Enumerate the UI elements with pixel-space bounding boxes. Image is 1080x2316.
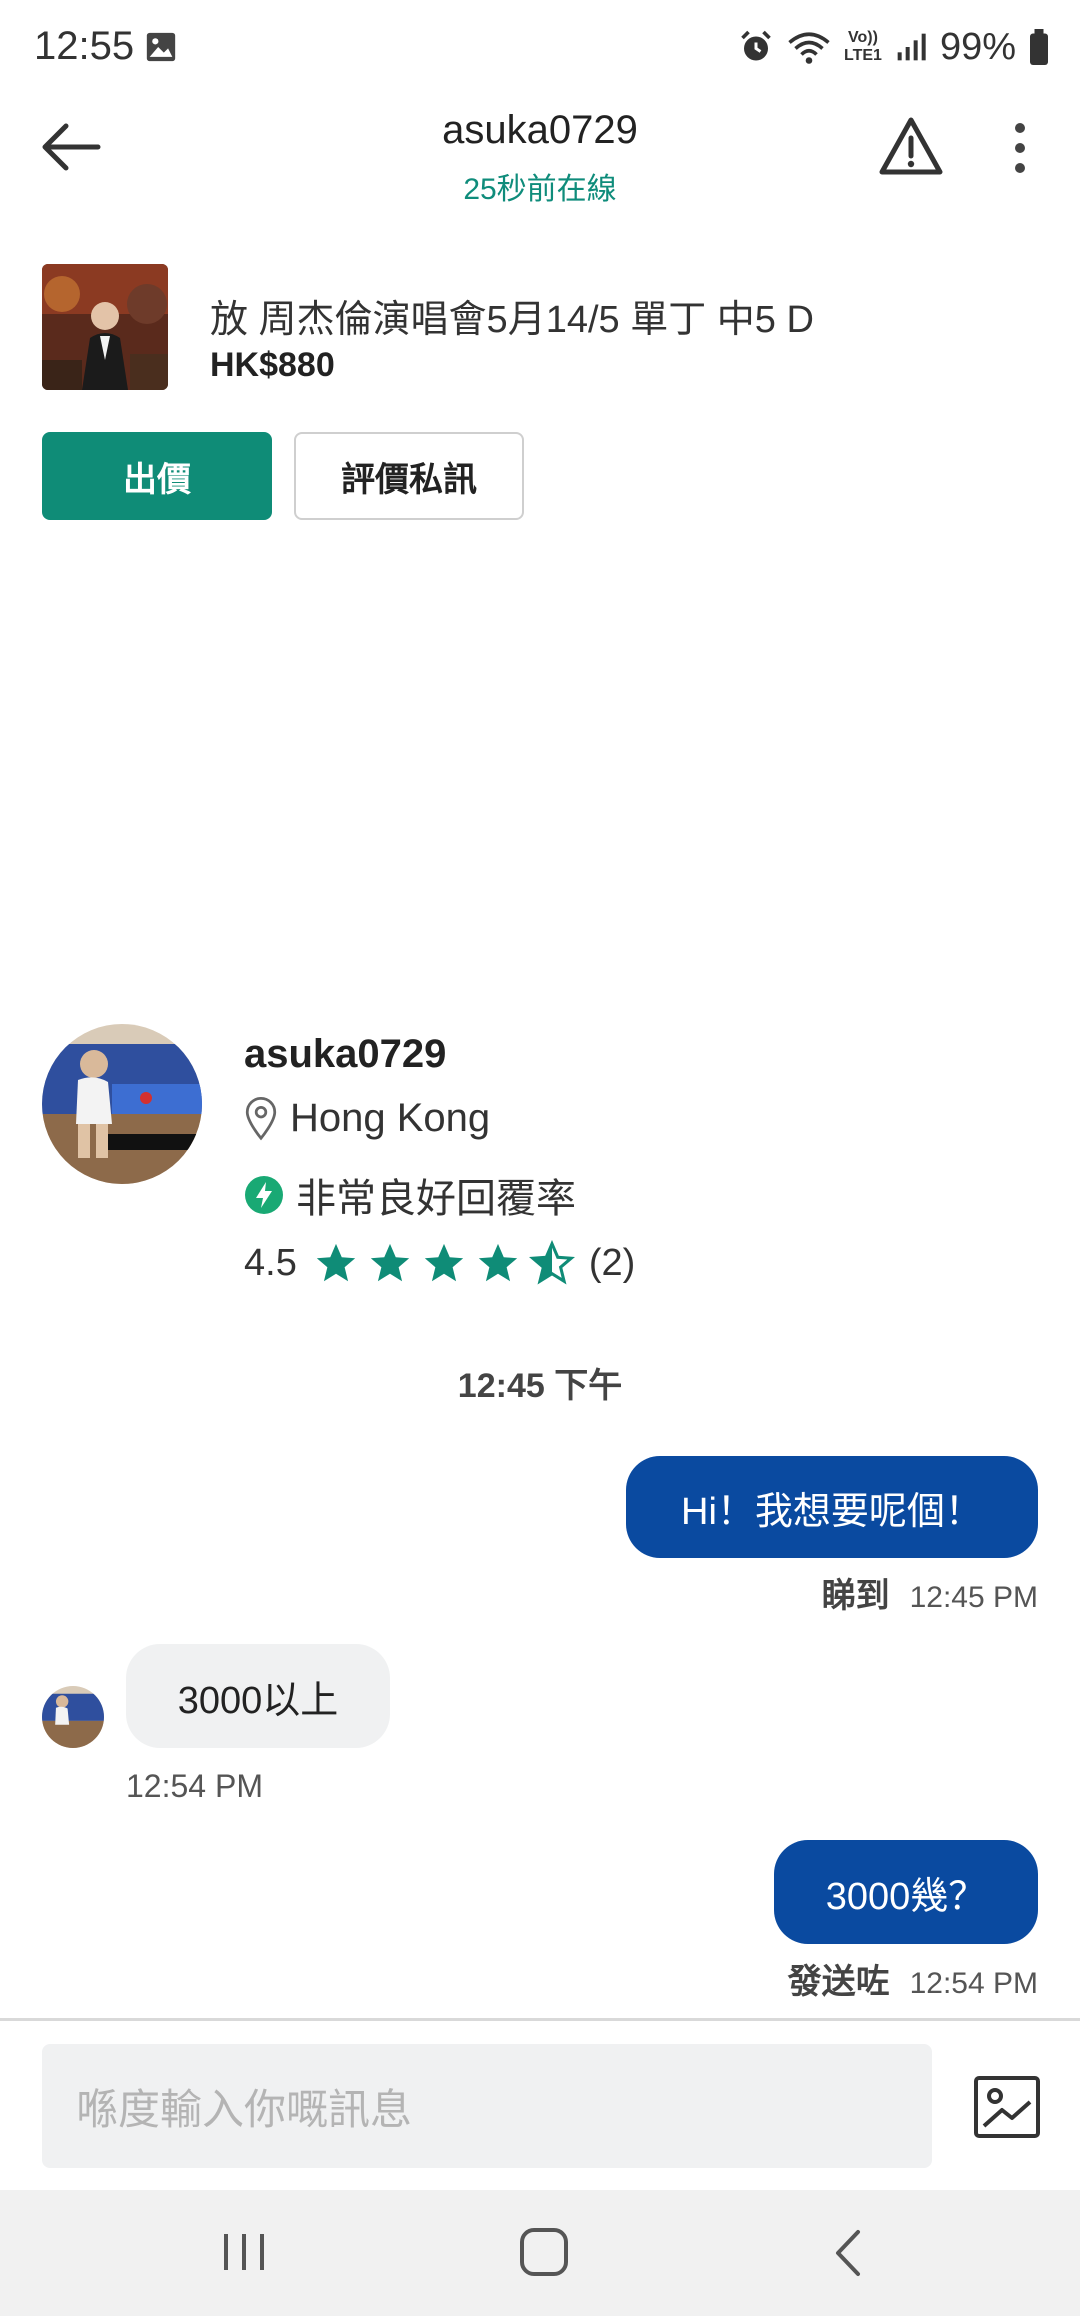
report-warning-icon[interactable] (878, 116, 944, 178)
message-status: 睇到 (821, 1577, 890, 1615)
message-input[interactable]: 喺度輸入你嘅訊息 (42, 2044, 932, 2168)
status-icons: Vo)) LTE1 99% (738, 22, 1050, 72)
alarm-icon (741, 30, 771, 61)
signal-icon (897, 33, 926, 61)
make-offer-button[interactable]: 出價 (42, 432, 272, 520)
message-time: 12:54 PM (909, 1967, 1038, 2000)
composer-divider (0, 2018, 1080, 2021)
seller-avatar[interactable] (42, 1024, 202, 1184)
seller-location-text: Hong Kong (290, 1096, 491, 1140)
message-input-placeholder: 喺度輸入你嘅訊息 (76, 2085, 413, 2133)
seller-rating[interactable]: 4.5 (2) (244, 1240, 635, 1286)
status-bar: 12:55 Vo)) LTE1 99% (0, 0, 1080, 92)
star-half-icon (528, 1240, 575, 1285)
more-options-icon[interactable] (1006, 118, 1034, 178)
message-time: 12:45 PM (909, 1581, 1038, 1614)
seller-response-rate: 非常良好回覆率 (244, 1166, 576, 1224)
listing-title[interactable]: 放 周杰倫演唱會5月14/5 單丁 中5 D (210, 288, 814, 343)
chat-date-separator: 12:45 下午 (457, 1367, 623, 1405)
seller-name[interactable]: asuka0729 (244, 1032, 446, 1077)
star-full-icon (370, 1243, 409, 1282)
star-full-icon (316, 1243, 355, 1282)
sender-avatar[interactable] (42, 1686, 104, 1748)
review-chat-button[interactable]: 評價私訊 (294, 432, 524, 520)
nav-back-icon[interactable] (830, 2228, 866, 2278)
listing-thumbnail[interactable] (42, 264, 168, 390)
wifi-icon (788, 32, 830, 64)
message-meta: 睇到 12:45 PM (822, 1568, 1038, 1617)
sender-photo-icon (42, 1686, 104, 1748)
lightning-badge-icon (245, 1176, 283, 1214)
message-time: 12:54 PM (126, 1768, 263, 1804)
gallery-notification-icon (146, 32, 176, 62)
attach-photo-icon[interactable] (972, 2074, 1042, 2140)
status-time: 12:55 (34, 24, 135, 68)
outgoing-message-bubble[interactable]: Hi！我想要呢個！ (626, 1456, 1038, 1558)
rating-value: 4.5 (244, 1241, 297, 1284)
review-count: (2) (588, 1241, 636, 1284)
message-status: 發送咗 (787, 1963, 890, 2001)
star-full-icon (478, 1243, 517, 1282)
seller-location: Hong Kong (244, 1096, 490, 1141)
incoming-message-bubble[interactable]: 3000以上 (126, 1644, 390, 1748)
seller-photo-icon (42, 1024, 202, 1184)
location-pin-icon (245, 1096, 277, 1140)
volte-indicator: Vo)) LTE1 (844, 29, 882, 64)
listing-photo-icon (42, 264, 168, 390)
battery-percent: 99% (939, 25, 1016, 68)
listing-price: HK$880 (210, 346, 335, 384)
star-full-icon (424, 1243, 463, 1282)
recent-apps-icon[interactable] (214, 2230, 274, 2274)
home-icon[interactable] (518, 2226, 570, 2278)
battery-icon (1030, 29, 1048, 65)
response-rate-text: 非常良好回覆率 (296, 1177, 576, 1221)
outgoing-message-bubble[interactable]: 3000幾？ (774, 1840, 1038, 1944)
message-meta: 發送咗 12:54 PM (788, 1954, 1038, 2003)
